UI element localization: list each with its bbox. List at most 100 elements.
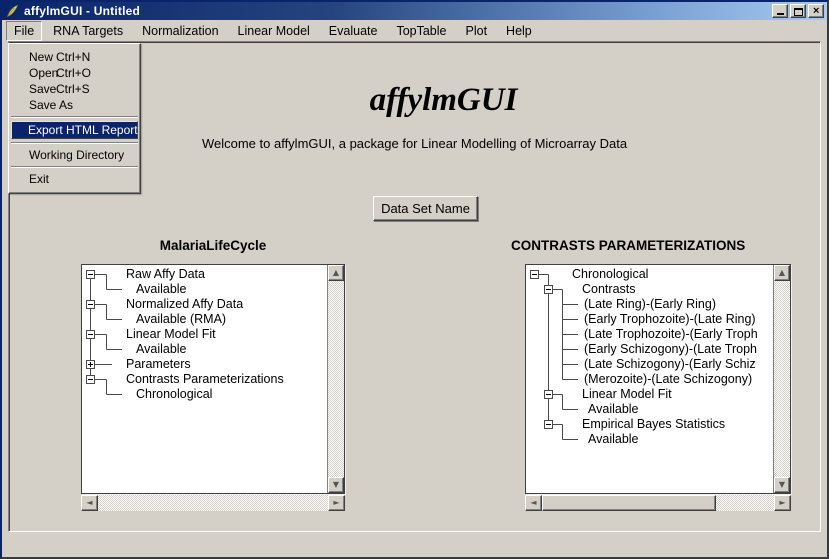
maximize-button[interactable]	[790, 4, 806, 18]
minimize-icon	[777, 13, 784, 15]
window-title: affylmGUI - Untitled	[24, 4, 772, 18]
tree-item[interactable]: (Late Ring)-(Early Ring)	[584, 297, 716, 312]
left-tree-box: Raw Affy Data Available Normalized Affy …	[81, 264, 345, 494]
menubar: File RNA Targets Normalization Linear Mo…	[2, 21, 827, 41]
data-set-name-button[interactable]: Data Set Name	[373, 196, 478, 221]
app-title: affylmGUI	[67, 82, 820, 119]
tree-item[interactable]: Available	[588, 402, 639, 417]
close-button[interactable]: ×	[808, 4, 824, 18]
right-tree-title: CONTRASTS PARAMETERIZATIONS	[511, 238, 745, 253]
scroll-left-button[interactable]: ◄	[81, 495, 98, 511]
arrow-right-icon: ►	[333, 499, 339, 507]
scroll-right-button[interactable]: ►	[328, 495, 345, 511]
scroll-thumb[interactable]	[542, 495, 716, 511]
tree-item[interactable]: Available	[136, 342, 187, 357]
tree-item[interactable]: (Late Trophozoite)-(Early Troph	[584, 327, 758, 342]
menu-evaluate[interactable]: Evaluate	[321, 21, 386, 41]
tree-item[interactable]: Linear Model Fit	[126, 327, 216, 342]
arrow-up-icon: ▲	[779, 269, 785, 277]
tree-connector-lines	[82, 265, 327, 450]
tree-item[interactable]: Available	[588, 432, 639, 447]
menu-item-label: Working Directory	[29, 148, 124, 162]
right-tree-content[interactable]: Chronological Contrasts (Late Ring)-(Ear…	[526, 265, 773, 493]
menu-separator	[11, 142, 138, 144]
vertical-scrollbar[interactable]: ▲ ▼	[327, 265, 344, 493]
tree-item[interactable]: Raw Affy Data	[126, 267, 205, 282]
tree-item[interactable]: Contrasts	[582, 282, 636, 297]
menu-item-accelerator: Ctrl+O	[56, 65, 91, 81]
menu-item-label: Save As	[29, 98, 73, 112]
menu-item-label: New	[29, 50, 53, 64]
tree-item[interactable]: Linear Model Fit	[582, 387, 672, 402]
menu-rna-targets[interactable]: RNA Targets	[45, 21, 131, 41]
expand-toggle[interactable]	[86, 375, 95, 384]
arrow-up-icon: ▲	[333, 269, 339, 277]
scroll-right-button[interactable]: ►	[774, 495, 791, 511]
menu-plot[interactable]: Plot	[458, 21, 496, 41]
tree-item[interactable]: (Late Schizogony)-(Early Schiz	[584, 357, 756, 372]
horizontal-scrollbar[interactable]: ◄ ►	[525, 495, 791, 511]
scroll-track[interactable]	[98, 495, 328, 511]
vertical-scrollbar[interactable]: ▲ ▼	[773, 265, 790, 493]
scroll-down-button[interactable]: ▼	[774, 477, 790, 493]
menu-file[interactable]: File	[6, 21, 42, 41]
menu-normalization[interactable]: Normalization	[134, 21, 226, 41]
menu-item-label: Export HTML Report	[28, 123, 138, 137]
expand-toggle[interactable]	[544, 420, 553, 429]
tree-item[interactable]: Available (RMA)	[136, 312, 226, 327]
menu-item-accelerator: Ctrl+N	[56, 49, 90, 65]
tree-item[interactable]: Parameters	[126, 357, 191, 372]
scroll-down-button[interactable]: ▼	[328, 477, 344, 493]
horizontal-scrollbar[interactable]: ◄ ►	[81, 495, 345, 511]
menu-item-export-html-report[interactable]: Export HTML Report	[11, 121, 138, 139]
minimize-button[interactable]	[772, 4, 788, 18]
menu-separator	[11, 166, 138, 168]
expand-toggle[interactable]	[544, 285, 553, 294]
expand-toggle[interactable]	[86, 300, 95, 309]
scroll-left-button[interactable]: ◄	[525, 495, 542, 511]
scroll-up-button[interactable]: ▲	[328, 265, 344, 281]
close-icon: ×	[813, 5, 819, 17]
tree-item[interactable]: (Merozoite)-(Late Schizogony)	[584, 372, 752, 387]
menu-item-open[interactable]: Open Ctrl+O	[9, 65, 140, 81]
tree-item[interactable]: Available	[136, 282, 187, 297]
window-controls: ×	[772, 4, 824, 18]
expand-toggle[interactable]	[544, 390, 553, 399]
menu-item-exit[interactable]: Exit	[9, 171, 140, 187]
expand-toggle[interactable]	[86, 270, 95, 279]
menu-item-save-as[interactable]: Save As	[9, 97, 140, 113]
menu-item-label: Open	[29, 66, 58, 80]
expand-toggle[interactable]	[86, 330, 95, 339]
scroll-up-button[interactable]: ▲	[774, 265, 790, 281]
tree-item[interactable]: Chronological	[136, 387, 212, 402]
scroll-track[interactable]	[774, 281, 790, 477]
app-window: affylmGUI - Untitled × File RNA Targets …	[0, 0, 829, 559]
feather-icon	[5, 4, 19, 18]
arrow-down-icon: ▼	[779, 481, 785, 489]
tree-item[interactable]: (Early Schizogony)-(Late Troph	[584, 342, 757, 357]
tree-item[interactable]: Chronological	[572, 267, 648, 282]
tree-item[interactable]: Empirical Bayes Statistics	[582, 417, 725, 432]
tree-item[interactable]: (Early Trophozoite)-(Late Ring)	[584, 312, 756, 327]
expand-toggle[interactable]	[86, 360, 95, 369]
titlebar[interactable]: affylmGUI - Untitled ×	[2, 2, 827, 20]
tree-item[interactable]: Normalized Affy Data	[126, 297, 243, 312]
scroll-track[interactable]	[542, 495, 774, 511]
maximize-icon	[794, 8, 803, 16]
scroll-track[interactable]	[328, 281, 344, 477]
right-tree-box: Chronological Contrasts (Late Ring)-(Ear…	[525, 264, 791, 494]
menu-help[interactable]: Help	[498, 21, 540, 41]
menu-item-working-directory[interactable]: Working Directory	[9, 147, 140, 163]
arrow-right-icon: ►	[779, 499, 785, 507]
menu-linear-model[interactable]: Linear Model	[230, 21, 318, 41]
expand-toggle[interactable]	[530, 270, 539, 279]
tree-item[interactable]: Contrasts Parameterizations	[126, 372, 284, 387]
menu-toptable[interactable]: TopTable	[388, 21, 454, 41]
menu-item-accelerator: Ctrl+S	[56, 81, 90, 97]
menu-item-save[interactable]: Save Ctrl+S	[9, 81, 140, 97]
menu-item-new[interactable]: New Ctrl+N	[9, 49, 140, 65]
arrow-down-icon: ▼	[333, 481, 339, 489]
menu-item-label: Save	[29, 82, 56, 96]
file-menu: New Ctrl+N Open Ctrl+O Save Ctrl+S Save …	[8, 43, 141, 194]
left-tree-content[interactable]: Raw Affy Data Available Normalized Affy …	[82, 265, 327, 493]
